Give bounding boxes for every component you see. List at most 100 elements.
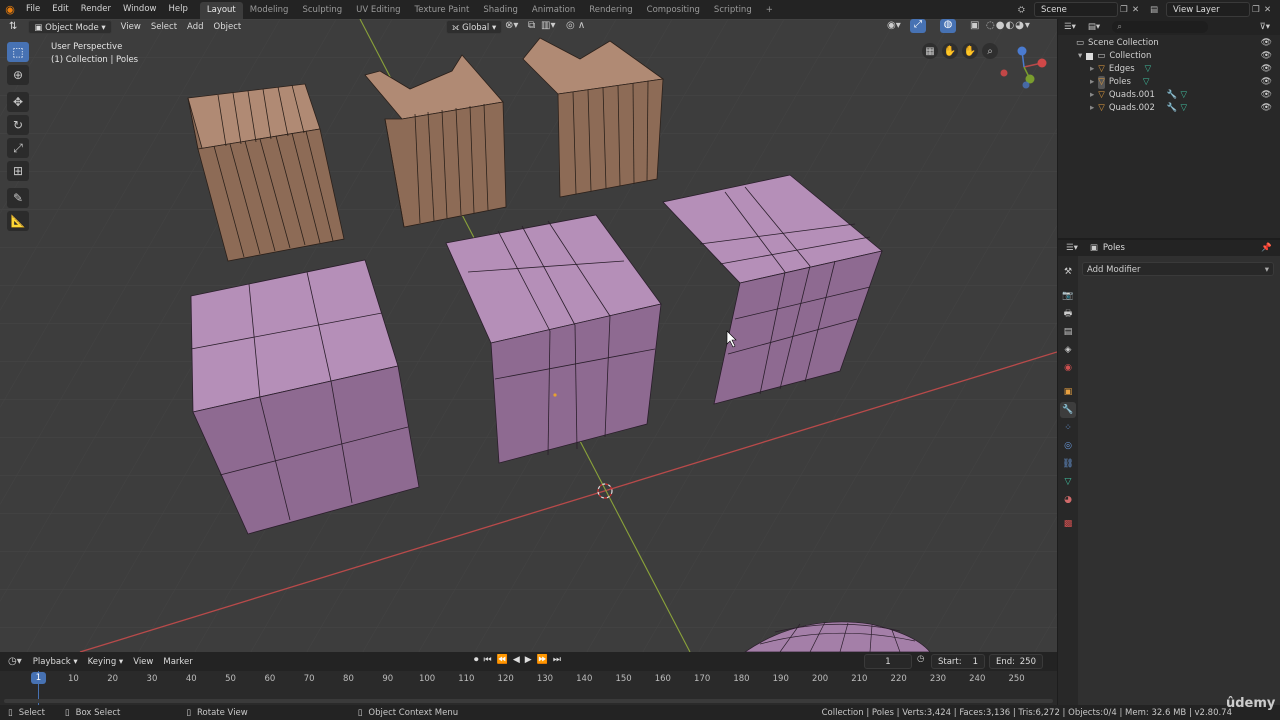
timeline-editor-icon[interactable]: ◷▾ <box>8 656 22 667</box>
eye-icon[interactable]: 👁 <box>1261 76 1272 89</box>
snap-icon[interactable]: ⧉ <box>528 20 535 31</box>
proportional-edit-icon[interactable]: ◎ ∧ <box>566 20 585 31</box>
start-frame-field[interactable]: Start: 1 <box>931 654 985 669</box>
expand-icon[interactable]: ▸ <box>1090 102 1094 115</box>
jump-start-icon[interactable]: ⏮ <box>484 655 492 665</box>
timeline-track[interactable]: 1 10 20 30 40 50 60 70 80 90 100 110 120 130 140 150 16… <box>0 671 1057 705</box>
orientation-dropdown[interactable]: ⟗ Global ▾ <box>446 20 503 34</box>
keying-menu[interactable]: Keying ▾ <box>83 655 129 669</box>
tool-settings-tab-icon[interactable]: ⚒ <box>1060 264 1076 280</box>
prev-keyframe-icon[interactable]: ⏪ <box>497 655 508 665</box>
tab-shading[interactable]: Shading <box>476 2 525 19</box>
display-mode-icon[interactable]: ▤▾ <box>1088 22 1100 32</box>
axis-gizmo-icon[interactable] <box>996 45 1052 93</box>
outliner-search-input[interactable]: ⌕ <box>1112 21 1209 33</box>
xray-toggle-icon[interactable]: ▣ <box>970 20 979 31</box>
menu-view[interactable]: View <box>116 20 146 34</box>
annotate-tool-icon[interactable]: ✎ <box>7 188 29 208</box>
tab-texture-paint[interactable]: Texture Paint <box>408 2 477 19</box>
menu-select[interactable]: Select <box>146 20 182 34</box>
scene-field[interactable]: Scene <box>1034 2 1118 17</box>
play-icon[interactable]: ▶ <box>525 655 532 665</box>
scene-icon[interactable]: ⛭ <box>1018 5 1034 15</box>
outliner-editor-icon[interactable]: ☰▾ <box>1064 22 1076 32</box>
end-frame-field[interactable]: End: 250 <box>989 654 1043 669</box>
delete-view-layer-icon[interactable]: ✕ <box>1264 5 1276 15</box>
expand-icon[interactable]: ▾ <box>1078 50 1082 63</box>
delete-scene-icon[interactable]: ✕ <box>1132 5 1144 15</box>
new-scene-icon[interactable]: ❐ <box>1120 5 1132 15</box>
outliner-item-quads-001[interactable]: ▸ ▽ Quads.001 🔧 ▽ 👁 <box>1076 89 1280 102</box>
world-tab-icon[interactable]: ◉ <box>1060 360 1076 376</box>
particles-tab-icon[interactable]: ⁘ <box>1060 420 1076 436</box>
rotate-tool-icon[interactable]: ↻ <box>7 115 29 135</box>
menu-edit[interactable]: Edit <box>46 0 74 19</box>
eye-icon[interactable]: 👁 <box>1261 102 1272 115</box>
texture-tab-icon[interactable]: ▩ <box>1060 516 1076 532</box>
visibility-icon[interactable]: ◉▾ <box>887 20 901 31</box>
tab-sculpting[interactable]: Sculpting <box>295 2 349 19</box>
measure-tool-icon[interactable]: 📐 <box>7 211 29 231</box>
tab-animation[interactable]: Animation <box>525 2 582 19</box>
record-icon[interactable]: ⏺ <box>474 655 479 665</box>
tab-scripting[interactable]: Scripting <box>707 2 759 19</box>
blender-logo-icon[interactable]: ◉ <box>0 3 20 16</box>
menu-object[interactable]: Object <box>209 20 247 34</box>
preview-range-icon[interactable]: ◷ <box>917 654 924 664</box>
expand-icon[interactable]: ▸ <box>1090 89 1094 102</box>
view-layer-field[interactable]: View Layer <box>1166 2 1250 17</box>
pivot-point-icon[interactable]: ⊗▾ <box>505 20 518 31</box>
menu-file[interactable]: File <box>20 0 46 19</box>
outliner-item-poles[interactable]: ▸ ▽ Poles ▽ 👁 <box>1076 76 1280 89</box>
playback-menu[interactable]: Playback ▾ <box>28 655 83 669</box>
tab-uv-editing[interactable]: UV Editing <box>349 2 407 19</box>
outliner-collection[interactable]: ▾ ▭ Collection 👁 <box>1076 50 1280 63</box>
physics-tab-icon[interactable]: ◎ <box>1060 438 1076 454</box>
tab-rendering[interactable]: Rendering <box>582 2 639 19</box>
menu-add[interactable]: Add <box>182 20 208 34</box>
menu-window[interactable]: Window <box>117 0 163 19</box>
view-layer-tab-icon[interactable]: ▤ <box>1060 324 1076 340</box>
constraints-tab-icon[interactable]: ⛓ <box>1060 456 1076 472</box>
properties-editor-icon[interactable]: ☰▾ <box>1066 243 1078 253</box>
mesh-data-tab-icon[interactable]: ▽ <box>1060 474 1076 490</box>
object-tab-icon[interactable]: ▣ <box>1060 384 1076 400</box>
output-tab-icon[interactable]: 🖶 <box>1060 306 1076 322</box>
move-tool-icon[interactable]: ✥ <box>7 92 29 112</box>
shading-mode-icons[interactable]: ◌●◐◕▾ <box>986 20 1031 31</box>
modifier-tab-icon[interactable]: 🔧 <box>1060 402 1076 418</box>
scale-tool-icon[interactable]: ⤢ <box>7 138 29 158</box>
tab-compositing[interactable]: Compositing <box>640 2 707 19</box>
new-view-layer-icon[interactable]: ❐ <box>1252 5 1264 15</box>
outliner-scene-collection[interactable]: ▭ Scene Collection 👁 <box>1076 37 1280 50</box>
add-modifier-dropdown[interactable]: Add Modifier ▾ <box>1082 262 1274 276</box>
outliner-item-edges[interactable]: ▸ ▽ Edges ▽ 👁 <box>1076 63 1280 76</box>
filter-icon[interactable]: ⊽▾ <box>1260 22 1271 32</box>
eye-icon[interactable]: 👁 <box>1261 37 1272 50</box>
marker-menu[interactable]: Marker <box>158 655 197 669</box>
pin-icon[interactable]: 📌 <box>1261 243 1272 253</box>
menu-render[interactable]: Render <box>75 0 117 19</box>
pan-view-icon[interactable]: ✋ <box>962 43 978 59</box>
render-tab-icon[interactable]: 📷 <box>1060 288 1076 304</box>
mode-dropdown[interactable]: ▣ Object Mode ▾ <box>28 20 112 34</box>
current-frame-field[interactable]: 1 <box>864 654 912 669</box>
view-layer-icon[interactable]: ▤ <box>1150 5 1166 15</box>
playhead-frame-badge[interactable]: 1 <box>31 672 46 684</box>
transform-tool-icon[interactable]: ⊞ <box>7 161 29 181</box>
tab-modeling[interactable]: Modeling <box>243 2 296 19</box>
tab-layout[interactable]: Layout <box>199 2 243 19</box>
gizmo-toggle-icon[interactable]: ⤢ <box>910 19 926 33</box>
material-tab-icon[interactable]: ◕ <box>1060 492 1076 508</box>
snap-target-icon[interactable]: ▥▾ <box>541 20 555 31</box>
timeline-scrollbar[interactable] <box>4 699 1053 703</box>
checkbox-icon[interactable] <box>1086 53 1094 60</box>
camera-view-icon[interactable]: ✋ <box>942 43 958 59</box>
select-box-tool-icon[interactable]: ⬚ <box>7 42 29 62</box>
jump-end-icon[interactable]: ⏭ <box>553 655 561 665</box>
add-workspace-button[interactable]: + <box>759 2 780 19</box>
editor-type-icon[interactable]: ⇅ <box>4 20 22 34</box>
perspective-toggle-icon[interactable]: ▦ <box>922 43 938 59</box>
eye-icon[interactable]: 👁 <box>1261 50 1272 63</box>
eye-icon[interactable]: 👁 <box>1261 89 1272 102</box>
